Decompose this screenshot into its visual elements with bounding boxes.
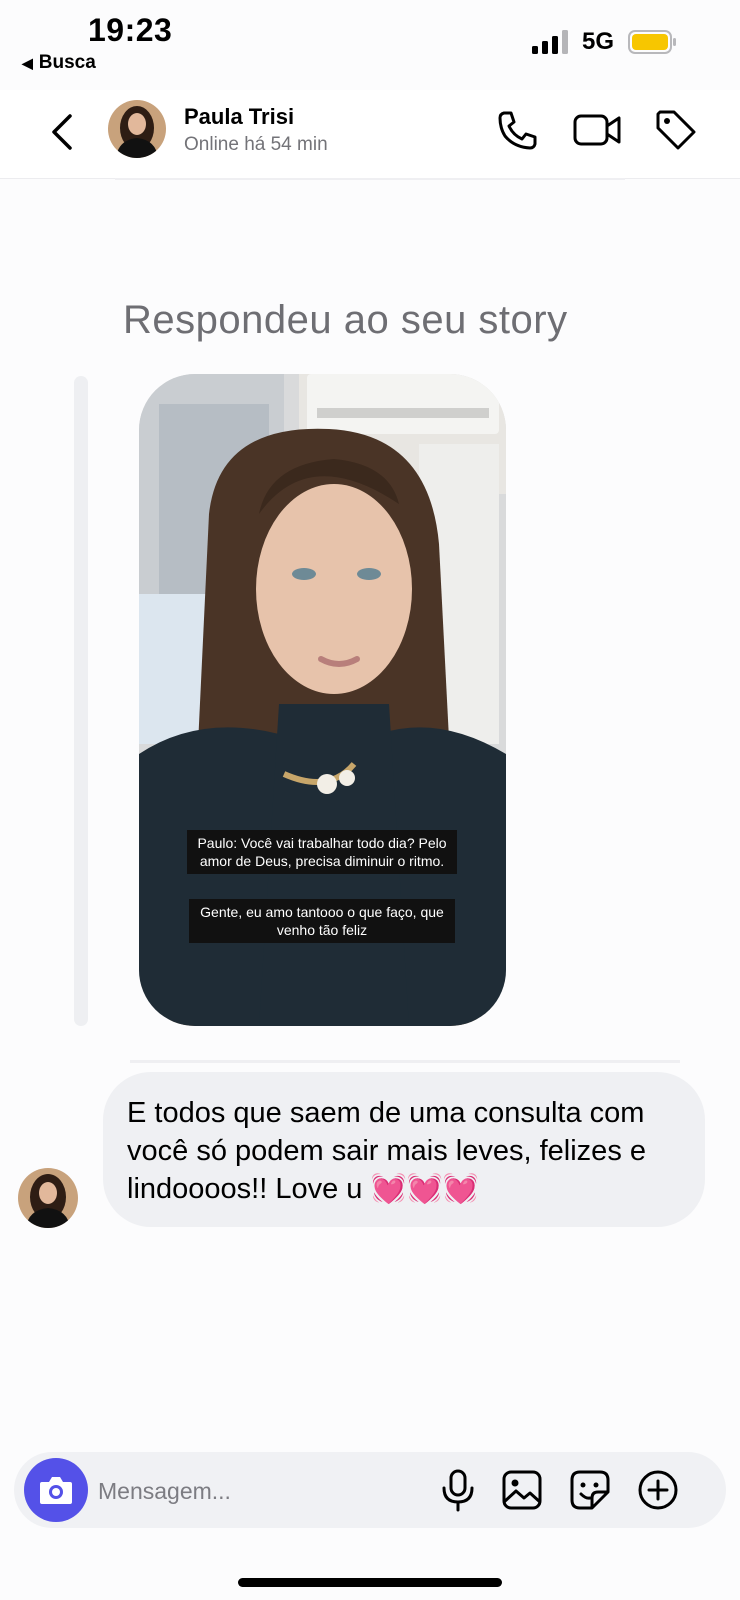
contact-name[interactable]: Paula Trisi	[184, 104, 294, 130]
sticker-icon[interactable]	[566, 1466, 614, 1514]
message-input[interactable]	[96, 1466, 430, 1516]
message-composer	[14, 1452, 726, 1528]
microphone-icon[interactable]	[434, 1466, 482, 1514]
sender-avatar[interactable]	[18, 1168, 78, 1228]
video-camera-icon[interactable]	[572, 106, 624, 154]
contact-avatar[interactable]	[108, 100, 166, 158]
camera-icon	[40, 1477, 72, 1504]
divider	[130, 1060, 680, 1063]
status-bar: 19:23 ◀ Busca 5G	[0, 0, 740, 80]
tag-icon[interactable]	[652, 106, 700, 154]
back-chevron-icon[interactable]	[44, 110, 84, 154]
network-type: 5G	[582, 28, 615, 55]
camera-button[interactable]	[24, 1458, 88, 1522]
home-indicator[interactable]	[238, 1578, 502, 1587]
gallery-icon[interactable]	[498, 1466, 546, 1514]
story-caption: Gente, eu amo tantooo o que faço, que ve…	[189, 899, 455, 943]
status-time: 19:23	[88, 12, 173, 48]
plus-circle-icon[interactable]	[634, 1466, 682, 1514]
battery-icon	[628, 30, 676, 54]
contact-status: Online há 54 min	[184, 134, 328, 155]
message-text: E todos que saem de uma consulta com voc…	[127, 1097, 646, 1205]
back-to-app-link[interactable]: ◀ Busca	[22, 52, 96, 74]
back-app-label: Busca	[38, 52, 96, 73]
story-caption: Paulo: Você vai trabalhar todo dia? Pelo…	[187, 830, 457, 874]
quote-bar	[74, 376, 88, 1026]
story-reply-label: Respondeu ao seu story	[123, 298, 568, 342]
signal-icon	[532, 30, 568, 54]
phone-icon[interactable]	[494, 106, 542, 154]
message-bubble[interactable]: E todos que saem de uma consulta com voc…	[103, 1072, 705, 1227]
divider	[115, 178, 625, 180]
chat-header: Paula Trisi Online há 54 min	[0, 90, 740, 179]
back-triangle-icon: ◀	[22, 55, 33, 71]
story-preview[interactable]: Paulo: Você vai trabalhar todo dia? Pelo…	[139, 374, 506, 1026]
